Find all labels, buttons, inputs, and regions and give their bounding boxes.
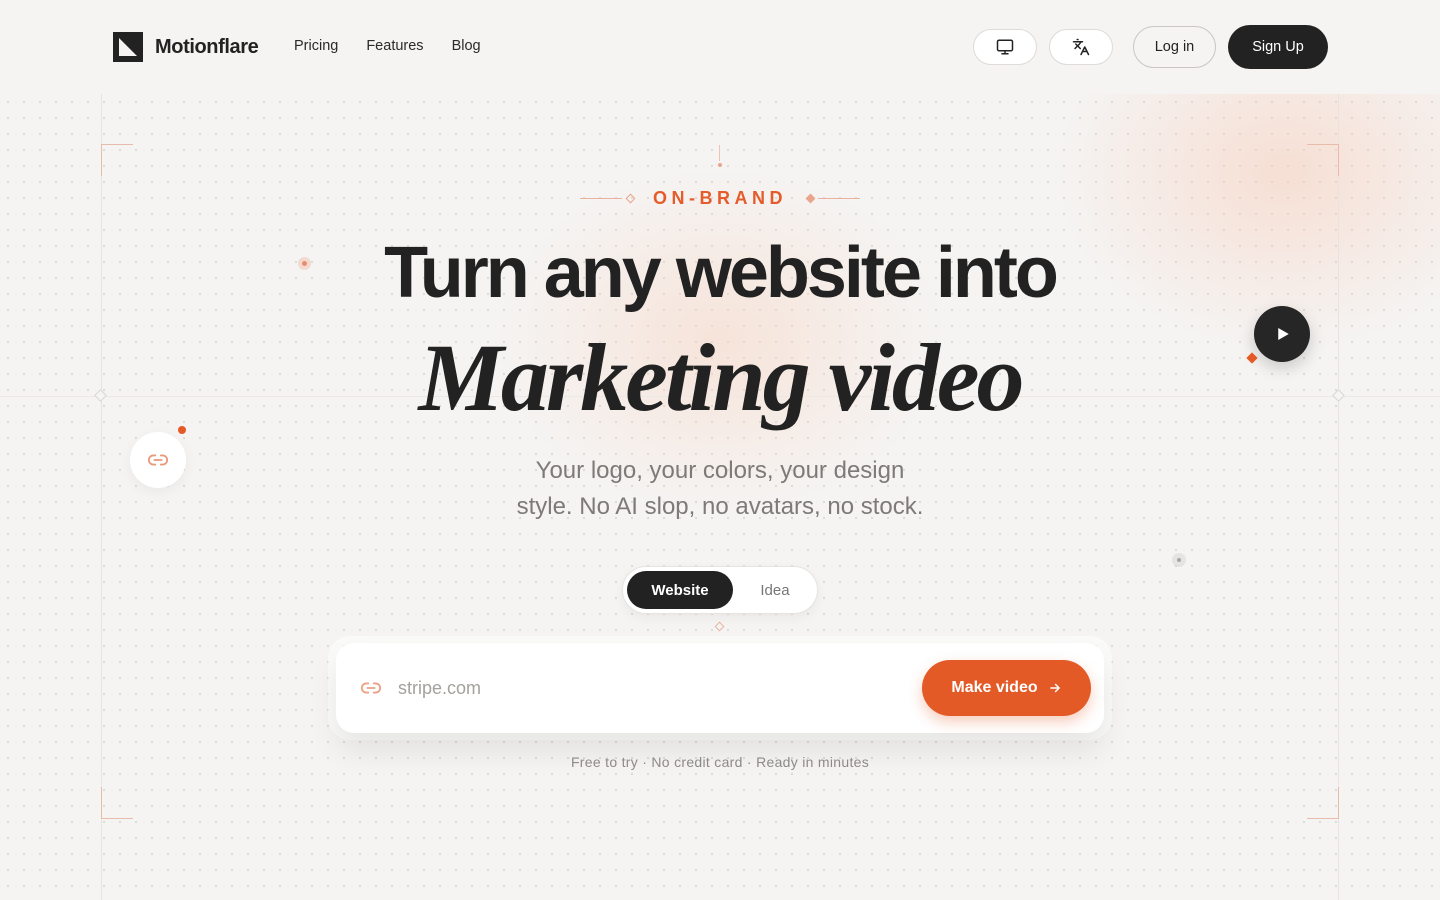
link-icon [360, 682, 382, 694]
display-mode-button[interactable] [973, 29, 1037, 65]
guide-line-left [101, 94, 102, 900]
nav-link-blog[interactable]: Blog [452, 38, 481, 54]
login-button[interactable]: Log in [1133, 26, 1216, 68]
brand-logo[interactable]: Motionflare [113, 32, 259, 62]
corner-bracket-br [1307, 787, 1339, 819]
nav-link-pricing[interactable]: Pricing [294, 38, 338, 54]
eyebrow-top-dot [718, 163, 722, 167]
guide-line-right [1338, 94, 1339, 900]
nav-link-features[interactable]: Features [366, 38, 423, 54]
corner-bracket-tr [1307, 144, 1339, 176]
logo-mark-icon [113, 32, 143, 62]
play-icon [1278, 328, 1289, 340]
hero-title: Turn any website into [384, 233, 1059, 313]
corner-bracket-tl [101, 144, 133, 176]
site-header: Motionflare Pricing Features Blog Log in… [0, 0, 1440, 94]
mode-option-idea[interactable]: Idea [735, 571, 815, 609]
mode-option-website[interactable]: Website [627, 571, 733, 609]
mode-toggle: Website Idea [622, 566, 818, 614]
accent-dot-small [302, 261, 307, 266]
hero-footnote: Free to try · No credit card · Ready in … [570, 754, 870, 770]
hero-title-emphasis: Marketing video [418, 324, 1025, 431]
language-button[interactable] [1049, 29, 1113, 65]
grey-dot [1177, 558, 1181, 562]
hero-eyebrow: ON-BRAND [653, 188, 787, 208]
brand-name: Motionflare [155, 35, 259, 58]
hero-subtitle: Your logo, your colors, your design styl… [516, 457, 924, 520]
play-video-button[interactable] [1254, 306, 1310, 362]
signup-button[interactable]: Sign Up [1228, 25, 1328, 69]
url-input-card: Make video [336, 643, 1104, 733]
eyebrow-top-line [719, 145, 720, 161]
link-icon [147, 454, 169, 466]
arrow-right-icon [1049, 683, 1060, 693]
make-video-label: Make video [951, 679, 1038, 696]
url-input[interactable] [398, 671, 898, 705]
eyebrow-line-right [818, 198, 860, 199]
main-nav: Pricing Features Blog [294, 38, 481, 54]
monitor-icon [996, 39, 1014, 55]
accent-glow [1050, 94, 1440, 354]
corner-bracket-bl [101, 787, 133, 819]
floating-link-badge [130, 432, 186, 488]
make-video-button[interactable]: Make video [922, 660, 1091, 716]
translate-icon [1072, 38, 1090, 56]
accent-dot [178, 426, 186, 434]
